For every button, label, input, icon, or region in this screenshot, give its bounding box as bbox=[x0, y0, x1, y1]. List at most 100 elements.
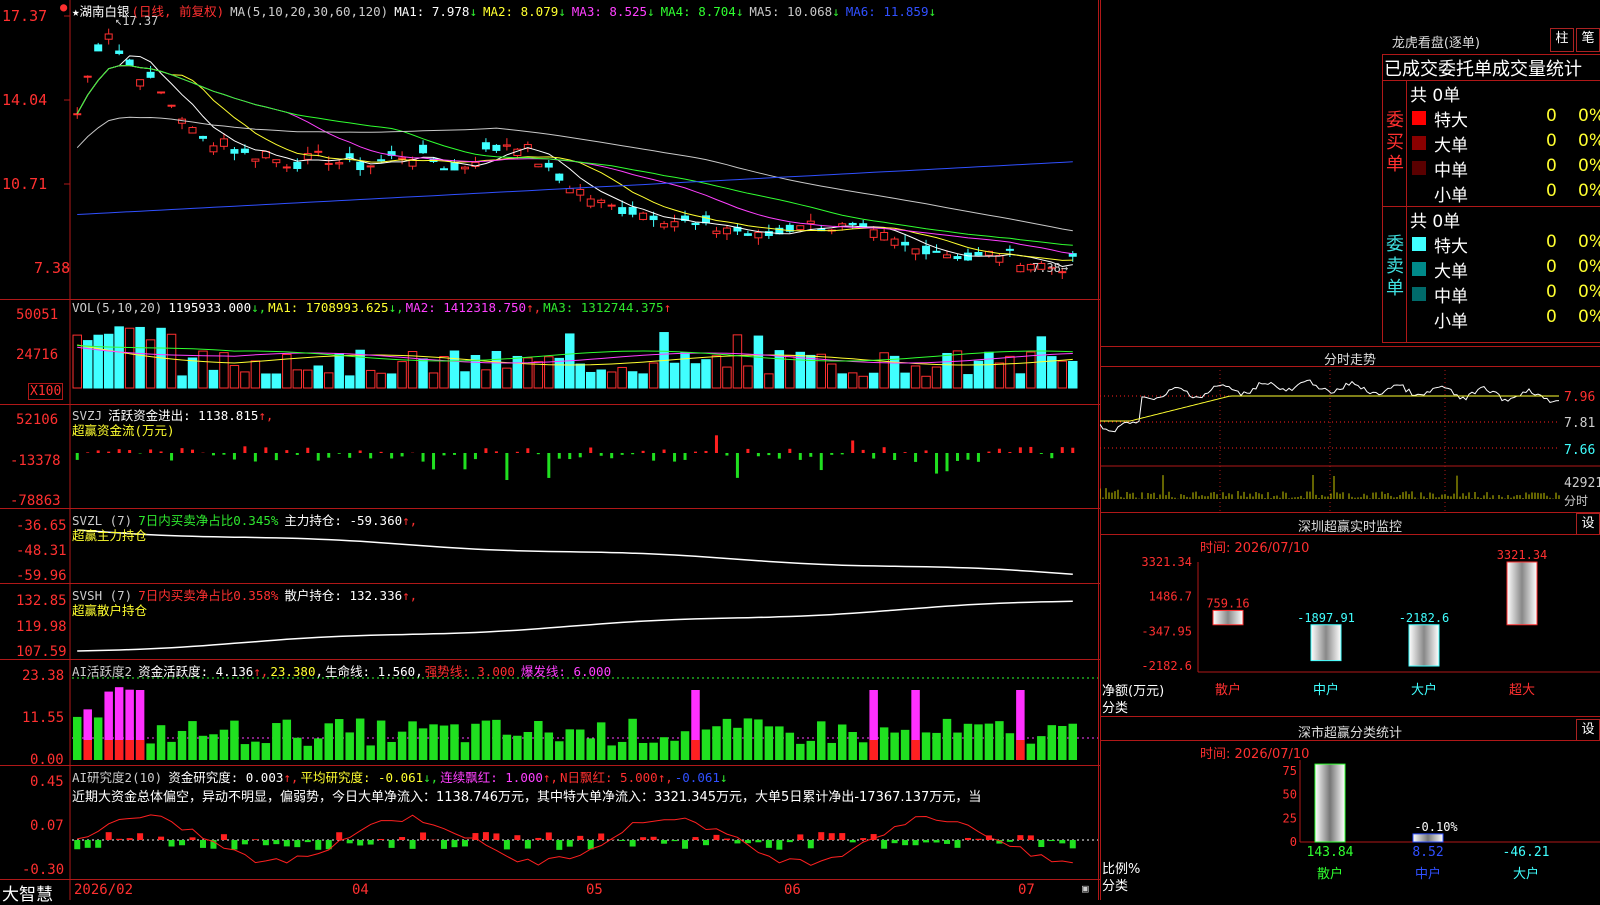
ai1-axis-label: 0.00 bbox=[30, 752, 64, 768]
ma-params: MA(5,10,20,30,60,120) bbox=[230, 4, 388, 19]
kline-candles bbox=[74, 29, 1077, 279]
activity-bar bbox=[461, 742, 469, 760]
svsh-subtitle: 超赢散户持仓 bbox=[72, 600, 147, 619]
ai2-v3: 连续飘红: 1.000 bbox=[440, 770, 543, 785]
volume-bar bbox=[178, 376, 186, 388]
research-bar bbox=[504, 840, 510, 849]
research-bar bbox=[535, 838, 541, 840]
ai1-v4: 强势线: 3.000 bbox=[425, 664, 515, 679]
fund-flow-bar bbox=[380, 452, 383, 453]
fund-flow-bar bbox=[149, 449, 152, 453]
category-settings-button[interactable]: 设 bbox=[1576, 719, 1600, 741]
order-percent: 0% bbox=[1578, 156, 1600, 176]
category-axis-label: 75 bbox=[1283, 764, 1297, 778]
tick-view-button[interactable]: 笔 bbox=[1576, 28, 1600, 52]
research-bar bbox=[347, 840, 353, 843]
fund-flow-bar bbox=[977, 453, 980, 462]
intraday-chart[interactable] bbox=[1100, 366, 1600, 511]
activity-bar bbox=[765, 726, 773, 760]
activity-bar bbox=[272, 723, 280, 760]
volume-bar bbox=[408, 352, 416, 388]
stock-chart-area[interactable] bbox=[0, 0, 1100, 900]
research-bar bbox=[85, 840, 91, 848]
volume-bar bbox=[377, 373, 385, 388]
research-bar bbox=[483, 832, 489, 840]
order-count: 0 bbox=[1546, 282, 1557, 302]
lock-icon[interactable]: ▣ bbox=[1082, 882, 1089, 895]
activity-bar bbox=[450, 724, 458, 760]
order-count: 0 bbox=[1546, 307, 1557, 327]
order-type: 小单 bbox=[1434, 181, 1468, 206]
brand-logo[interactable]: 大智慧 bbox=[2, 880, 53, 905]
fund-flow-bar bbox=[914, 453, 917, 462]
research-bar bbox=[368, 840, 374, 845]
monitor-settings-button[interactable]: 设 bbox=[1576, 513, 1600, 535]
fund-flow-bar bbox=[516, 452, 519, 453]
order-color-swatch bbox=[1412, 111, 1426, 125]
order-percent: 0% bbox=[1578, 232, 1600, 252]
fund-flow-bar bbox=[631, 453, 634, 454]
volume-bar bbox=[901, 373, 909, 388]
activity-bar bbox=[157, 725, 165, 760]
research-bar bbox=[829, 833, 835, 840]
candle bbox=[503, 145, 510, 146]
fund-flow-bar bbox=[725, 453, 728, 456]
intraday-vol-label: 42921 bbox=[1564, 476, 1600, 491]
activity-bar bbox=[723, 719, 731, 760]
bar-view-button[interactable]: 柱 bbox=[1550, 28, 1574, 52]
fund-flow-bar bbox=[809, 453, 812, 457]
candle bbox=[807, 221, 814, 223]
svsh-axis-label: 107.59 bbox=[16, 644, 67, 660]
candle bbox=[881, 232, 888, 240]
ai1-v5: 爆发线: 6.000 bbox=[521, 664, 611, 679]
candle bbox=[273, 160, 280, 163]
order-percent: 0% bbox=[1578, 282, 1600, 302]
activity-bar bbox=[440, 726, 448, 760]
volume-bar bbox=[1027, 352, 1035, 388]
candle bbox=[640, 213, 647, 219]
activity-bar bbox=[314, 738, 322, 760]
candle bbox=[147, 72, 154, 77]
research-bar bbox=[818, 832, 824, 840]
ai-comment-text: 近期大资金总体偏空，异动不明显，偏弱势，今日大单净流入：1138.746万元，其… bbox=[72, 786, 1097, 805]
ai1-v3: 生命线: 1.560 bbox=[325, 664, 415, 679]
ma-value-label: MA3: 8.525 bbox=[572, 4, 647, 19]
fund-flow-bar bbox=[652, 453, 655, 461]
ai2-axis-label: -0.30 bbox=[22, 862, 64, 878]
candle bbox=[923, 246, 930, 253]
fund-flow-bar bbox=[746, 449, 749, 453]
research-bar bbox=[336, 832, 342, 840]
activity-bar bbox=[681, 731, 689, 760]
research-bar bbox=[724, 839, 730, 840]
fund-flow-bar bbox=[568, 453, 571, 459]
candle bbox=[168, 105, 175, 106]
volume-bar bbox=[985, 352, 993, 388]
volume-bar bbox=[335, 354, 343, 388]
research-bar bbox=[221, 834, 227, 840]
fund-flow-bar bbox=[778, 453, 781, 459]
activity-bar bbox=[807, 741, 815, 760]
candle bbox=[451, 163, 458, 170]
research-bar bbox=[169, 840, 175, 846]
research-bar bbox=[713, 835, 719, 840]
svzl-axis-label: -48.31 bbox=[16, 543, 67, 559]
research-bar bbox=[661, 840, 667, 844]
candle bbox=[126, 60, 133, 65]
fund-flow-bar bbox=[296, 453, 299, 455]
order-color-swatch bbox=[1412, 312, 1426, 326]
activity-bar bbox=[838, 725, 846, 760]
svzl-axis-label: -36.65 bbox=[16, 518, 67, 534]
research-bar bbox=[420, 832, 426, 840]
intraday-axis-label: 7.66 bbox=[1564, 443, 1595, 458]
svzl-axis-label: -59.96 bbox=[16, 568, 67, 584]
volume-bar bbox=[649, 363, 657, 388]
vol-unit-badge[interactable]: X100 bbox=[28, 383, 63, 400]
activity-bar bbox=[199, 736, 207, 760]
category-bar-label: 143.84 bbox=[1307, 845, 1354, 860]
fund-flow-bar bbox=[904, 452, 907, 453]
research-bar bbox=[682, 840, 688, 849]
research-bar bbox=[1049, 840, 1055, 841]
research-bar bbox=[787, 840, 793, 842]
activity-bar bbox=[555, 741, 563, 760]
ma-line bbox=[77, 66, 1073, 254]
